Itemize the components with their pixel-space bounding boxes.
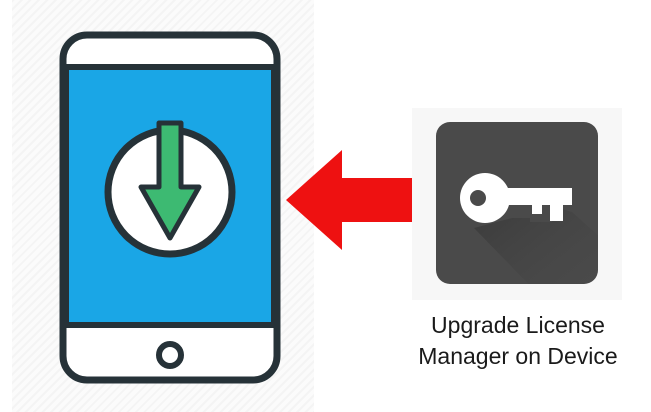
smartphone-download-icon	[59, 31, 281, 384]
diagram-canvas: Upgrade License Manager on Device	[0, 0, 651, 412]
home-button	[156, 341, 184, 369]
key-tile-background	[412, 108, 622, 300]
caption-line-2: Manager on Device	[418, 343, 618, 369]
left-arrow-icon	[286, 150, 414, 250]
caption-line-1: Upgrade License	[431, 312, 605, 338]
key-icon	[436, 122, 598, 284]
caption-upgrade-license-manager: Upgrade License Manager on Device	[392, 310, 644, 372]
